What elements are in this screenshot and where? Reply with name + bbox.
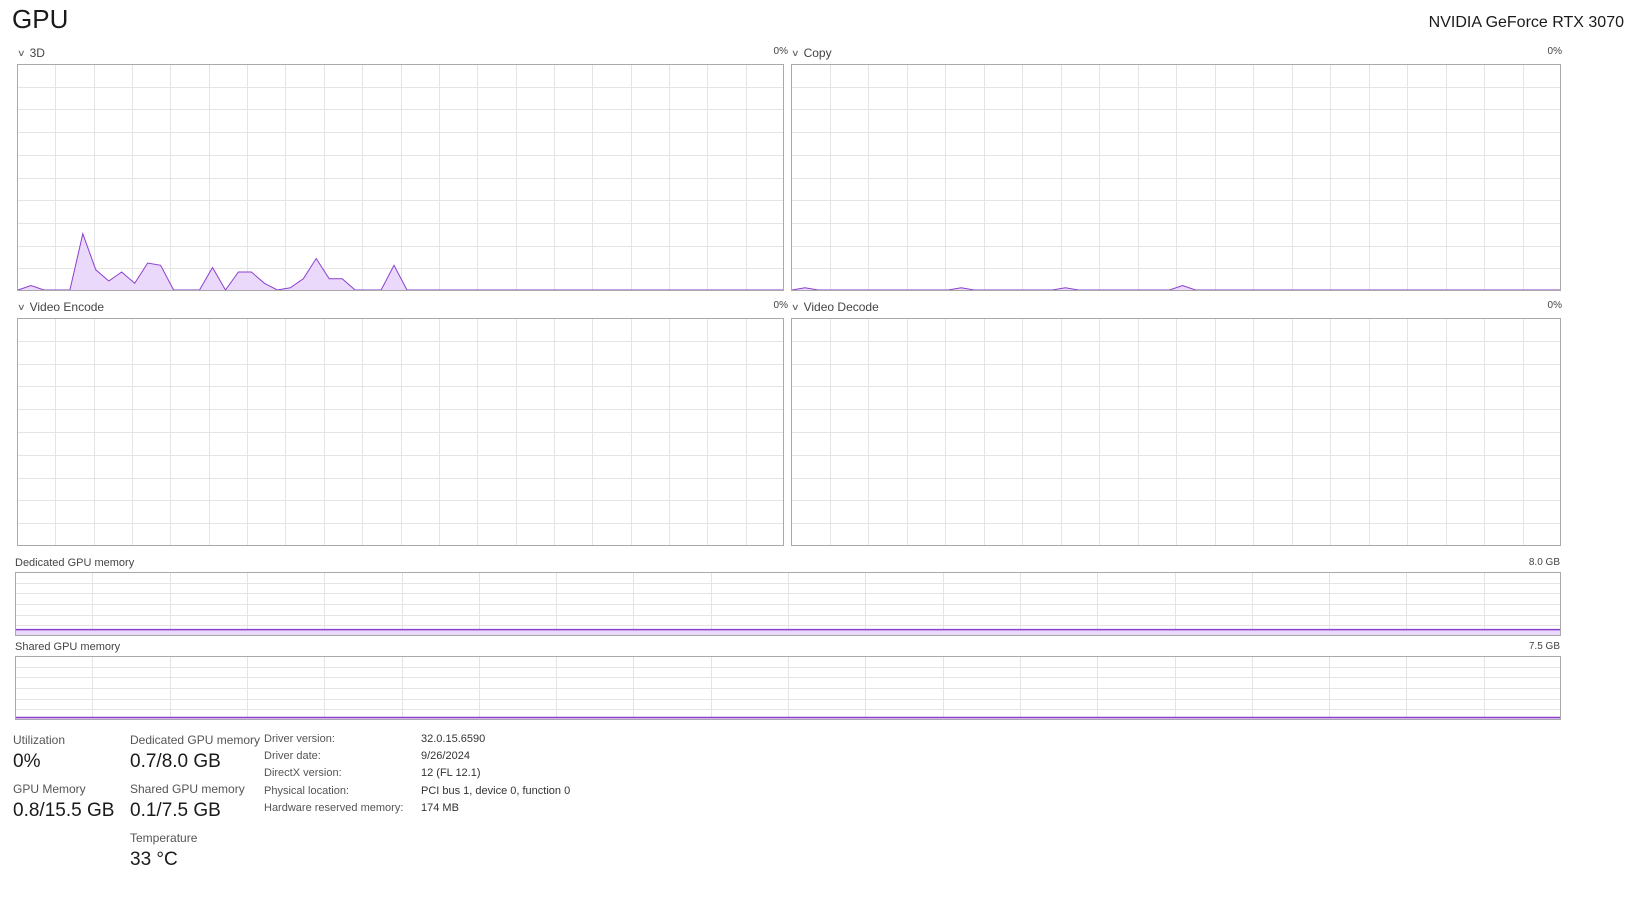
- shared-memory-graph-label: Shared GPU memory: [15, 641, 121, 653]
- graph-title-3d: 3D: [29, 46, 45, 60]
- graph-video-decode: [791, 318, 1561, 546]
- graph-video-encode: [17, 318, 784, 546]
- chevron-down-icon: ∨: [791, 301, 800, 312]
- graph-selector-copy[interactable]: ∨ Copy: [791, 46, 832, 60]
- chevron-down-icon: ∨: [17, 301, 26, 312]
- gpu-memory-label: GPU Memory: [13, 782, 86, 796]
- shared-memory-label: Shared GPU memory: [130, 782, 245, 796]
- gpu-memory-value: 0.8/15.5 GB: [13, 800, 115, 821]
- driver-version-value: 32.0.15.6590: [421, 733, 486, 745]
- chevron-down-icon: ∨: [791, 47, 800, 58]
- dedicated-memory-graph: [15, 572, 1561, 636]
- graph-copy: [791, 64, 1561, 291]
- graph-max-copy: 0%: [1547, 46, 1562, 57]
- hardware-reserved-memory-value: 174 MB: [421, 802, 459, 814]
- physical-location-label: Physical location:: [264, 785, 349, 797]
- graph-title-video-encode: Video Encode: [29, 300, 105, 314]
- temperature-label: Temperature: [130, 831, 198, 845]
- shared-memory-graph-max: 7.5 GB: [1528, 641, 1560, 652]
- graph-title-video-decode: Video Decode: [803, 300, 879, 314]
- dedicated-memory-graph-max: 8.0 GB: [1528, 557, 1560, 568]
- directx-version-value: 12 (FL 12.1): [421, 767, 481, 779]
- driver-date-value: 9/26/2024: [421, 750, 470, 762]
- utilization-label: Utilization: [13, 733, 66, 747]
- page-title: GPU: [12, 4, 69, 34]
- dedicated-memory-graph-label: Dedicated GPU memory: [15, 557, 135, 569]
- driver-version-label: Driver version:: [264, 733, 335, 745]
- dedicated-memory-label: Dedicated GPU memory: [130, 733, 261, 747]
- directx-version-label: DirectX version:: [264, 767, 342, 779]
- device-name: NVIDIA GeForce RTX 3070: [1428, 14, 1624, 31]
- graph-selector-video-encode[interactable]: ∨ Video Encode: [17, 300, 105, 314]
- shared-memory-value: 0.1/7.5 GB: [130, 800, 221, 821]
- graph-max-3d: 0%: [773, 46, 788, 57]
- chevron-down-icon: ∨: [17, 47, 26, 58]
- utilization-value: 0%: [13, 751, 41, 772]
- memory-usage-area: [16, 629, 1560, 635]
- graph-3d: [17, 64, 784, 291]
- graph-selector-3d[interactable]: ∨ 3D: [17, 46, 45, 60]
- driver-date-label: Driver date:: [264, 750, 321, 762]
- physical-location-value: PCI bus 1, device 0, function 0: [421, 785, 571, 797]
- dedicated-memory-value: 0.7/8.0 GB: [130, 751, 221, 772]
- hardware-reserved-memory-label: Hardware reserved memory:: [264, 802, 404, 814]
- graph-max-video-decode: 0%: [1547, 300, 1562, 311]
- graph-max-video-encode: 0%: [773, 300, 788, 311]
- graph-selector-video-decode[interactable]: ∨ Video Decode: [791, 300, 879, 314]
- shared-memory-graph: [15, 656, 1561, 720]
- temperature-value: 33 °C: [130, 849, 178, 870]
- graph-title-copy: Copy: [803, 46, 832, 60]
